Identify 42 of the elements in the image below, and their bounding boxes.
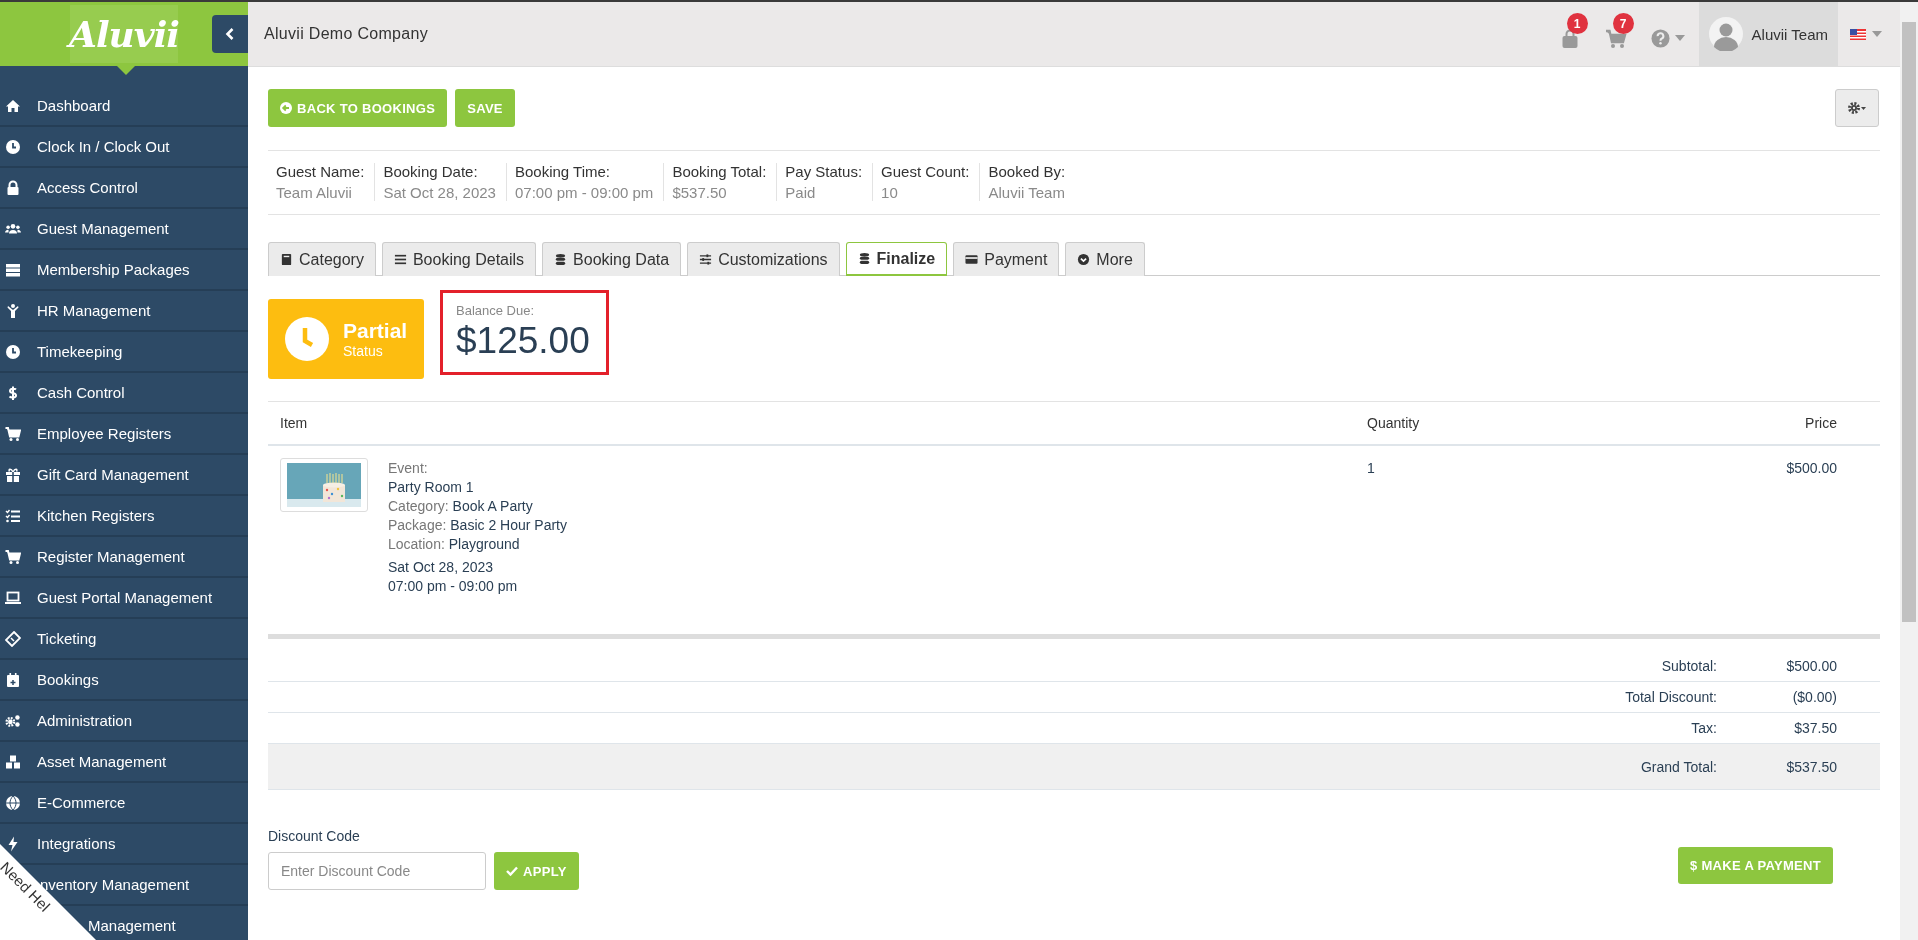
info-label: Booking Total: (672, 163, 767, 180)
detail-line: Package: Basic 2 Hour Party (388, 516, 567, 535)
notification-badge: 7 (1612, 13, 1634, 34)
total-label: Grand Total: (1641, 758, 1717, 775)
total-value: $537.50 (1785, 758, 1838, 775)
event-date: Sat Oct 28, 2023 (388, 558, 495, 577)
column-header: Item (279, 415, 309, 431)
column-header: Price (1804, 415, 1838, 431)
info-value: 07:00 pm - 09:00 pm (514, 184, 654, 201)
discount-label: Discount Code (268, 828, 361, 844)
info-label: Guest Count: (881, 163, 970, 180)
status-label: Partial (343, 319, 408, 343)
info-value: Aluvii Team (988, 184, 1066, 201)
info-value: Sat Oct 28, 2023 (383, 184, 496, 201)
info-label: Booking Date: (383, 163, 479, 180)
balance-label: Balance Due: (456, 303, 536, 318)
table-cell-text: 1 (1367, 459, 1376, 476)
total-value: ($0.00) (1791, 689, 1838, 705)
event-time: 07:00 pm - 09:00 pm (388, 577, 519, 596)
total-value: $37.50 (1793, 720, 1838, 736)
info-label: Booking Time: (514, 163, 611, 180)
info-label: Pay Status: (785, 163, 863, 180)
info-value: Paid (785, 184, 817, 201)
detail-line: Category: Book A Party (388, 497, 534, 516)
status-caption: Status (343, 343, 384, 359)
detail-line: Party Room 1 (388, 478, 475, 497)
total-value: $500.00 (1785, 658, 1838, 674)
notification-badge: 1 (1566, 13, 1588, 34)
detail-line: Location: Playground (388, 535, 521, 554)
info-label: Booked By: (988, 163, 1066, 180)
info-value: $537.50 (672, 184, 728, 201)
detail-line: Event: (388, 459, 429, 478)
column-header: Quantity (1367, 415, 1421, 431)
total-label: Tax: (1691, 720, 1717, 736)
info-value: Team Aluvii (276, 184, 353, 201)
table-cell-text: $500.00 (1785, 459, 1838, 476)
total-label: Subtotal: (1661, 658, 1717, 674)
info-label: Guest Name: (276, 163, 365, 180)
info-value: 10 (881, 184, 899, 201)
company-name: Aluvii Demo Company (264, 25, 428, 43)
balance-amount: $125.00 (456, 320, 590, 362)
total-label: Total Discount: (1625, 689, 1717, 705)
